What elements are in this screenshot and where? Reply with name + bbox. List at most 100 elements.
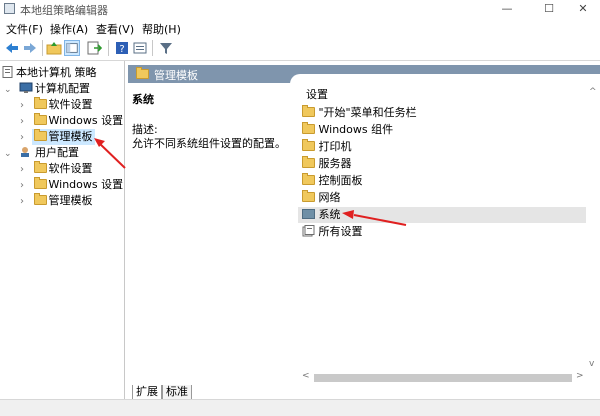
list-item-label: Windows 组件 <box>318 123 394 136</box>
list-item-label: 网络 <box>318 191 341 204</box>
up-folder-icon[interactable] <box>46 40 62 56</box>
export-list-icon[interactable] <box>86 40 102 56</box>
list-item[interactable]: 打印机 <box>302 139 352 155</box>
menu-bar: 文件(F) 操作(A) 查看(V) 帮助(H) <box>0 18 600 36</box>
tree-item-label: 软件设置 <box>48 162 93 175</box>
list-item-label: 控制面板 <box>318 174 363 187</box>
list-item[interactable]: Windows 组件 <box>302 122 393 138</box>
list-item-label: 服务器 <box>318 157 352 170</box>
annotation-arrow-icon <box>94 138 126 169</box>
column-header-settings[interactable]: 设置 <box>306 87 328 103</box>
list-item-label: 打印机 <box>318 140 352 153</box>
list-item[interactable]: "开始"菜单和任务栏 <box>302 105 417 121</box>
folder-icon <box>136 67 149 79</box>
chevron-down-icon[interactable]: ⌄ <box>4 85 12 95</box>
tree-item-windows-settings[interactable]: › Windows 设置 <box>20 113 123 129</box>
folder-icon <box>33 97 47 109</box>
scroll-left-icon[interactable]: < <box>302 371 310 381</box>
chevron-right-icon[interactable]: › <box>20 116 24 127</box>
tree-item-user-admin-templates[interactable]: › 管理模板 <box>20 193 93 209</box>
tree-item-user-windows-settings[interactable]: › Windows 设置 <box>20 177 123 193</box>
tab-standard[interactable]: 标准 <box>162 385 192 400</box>
chevron-right-icon[interactable]: › <box>20 196 24 207</box>
selected-highlight: 管理模板 <box>31 129 95 145</box>
scroll-right-icon[interactable]: > <box>576 371 584 381</box>
tree-item-label: Windows 设置 <box>48 114 124 127</box>
filter-icon[interactable] <box>158 40 174 56</box>
folder-icon <box>33 161 47 173</box>
help-icon[interactable]: ? <box>114 40 130 56</box>
properties-icon[interactable] <box>132 40 148 56</box>
all-settings-icon <box>302 225 315 237</box>
close-button[interactable]: ✕ <box>566 0 600 18</box>
window-title: 本地组策略编辑器 <box>20 4 108 17</box>
toolbar: ? <box>0 36 600 61</box>
tree-item-label: Windows 设置 <box>48 178 124 191</box>
menu-action[interactable]: 操作(A) <box>50 21 88 37</box>
title-bar: 本地组策略编辑器 — ☐ ✕ <box>0 0 600 18</box>
toolbar-separator <box>42 40 43 56</box>
app-icon <box>4 3 15 14</box>
chevron-right-icon[interactable]: › <box>20 180 24 191</box>
tree-item-label: 管理模板 <box>48 194 93 207</box>
folder-icon <box>302 173 315 185</box>
back-icon[interactable] <box>4 40 20 56</box>
status-bar <box>0 399 600 416</box>
minimize-button[interactable]: — <box>490 0 524 18</box>
toolbar-separator <box>152 40 153 56</box>
computer-icon <box>19 82 33 93</box>
settings-list: 设置 "开始"菜单和任务栏 Windows 组件 打印机 服务器 控制面板 网络… <box>292 83 600 383</box>
tree-pane: 本地计算机 策略 ⌄ 计算机配置 › 软件设置 › Windows 设置 › 管… <box>0 61 125 399</box>
chevron-right-icon[interactable]: › <box>20 164 24 175</box>
document-policy-icon <box>2 66 13 78</box>
folder-icon <box>302 122 315 134</box>
tab-extended[interactable]: 扩展 <box>132 385 162 400</box>
svg-text:?: ? <box>119 44 124 55</box>
user-icon <box>21 147 30 157</box>
horizontal-scroll-thumb[interactable] <box>314 374 572 382</box>
tree-item-admin-templates[interactable]: › 管理模板 <box>20 129 95 145</box>
chevron-right-icon[interactable]: › <box>20 100 24 111</box>
details-header-title: 管理模板 <box>154 69 198 82</box>
list-item-label: 系统 <box>318 208 341 221</box>
tree-item-user[interactable]: ⌄ 用户配置 <box>4 145 79 161</box>
folder-icon <box>302 139 315 151</box>
tree-item-software-settings[interactable]: › 软件设置 <box>20 97 93 113</box>
folder-icon <box>302 156 315 168</box>
annotation-arrow-icon <box>342 210 407 226</box>
scroll-down-icon[interactable]: v <box>589 359 594 369</box>
section-title: 系统 <box>132 93 154 106</box>
tree-root[interactable]: 本地计算机 策略 <box>2 65 97 81</box>
scroll-up-icon[interactable]: ^ <box>589 87 597 97</box>
tree-item-computer[interactable]: ⌄ 计算机配置 <box>4 81 90 97</box>
system-folder-icon <box>302 209 315 219</box>
show-hide-tree-icon[interactable] <box>64 40 80 56</box>
list-item[interactable]: 服务器 <box>302 156 352 172</box>
view-tabs: 扩展 标准 <box>128 385 600 400</box>
tree-item-label: 软件设置 <box>48 98 93 111</box>
tree-item-label: 管理模板 <box>48 130 93 143</box>
tree-item-user-software-settings[interactable]: › 软件设置 <box>20 161 93 177</box>
tree-item-computer-label: 计算机配置 <box>35 82 91 95</box>
vertical-scrollbar[interactable]: ^ v <box>586 83 600 383</box>
maximize-button[interactable]: ☐ <box>532 0 566 18</box>
menu-view[interactable]: 查看(V) <box>96 21 134 37</box>
horizontal-scrollbar[interactable]: < > <box>300 371 586 385</box>
forward-icon[interactable] <box>22 40 38 56</box>
folder-icon <box>33 129 47 141</box>
toolbar-separator <box>108 40 109 56</box>
description-text: 允许不同系统组件设置的配置。 <box>132 137 286 150</box>
folder-icon <box>33 177 47 189</box>
menu-help[interactable]: 帮助(H) <box>142 21 181 37</box>
list-item[interactable]: 控制面板 <box>302 173 363 189</box>
chevron-down-icon[interactable]: ⌄ <box>4 149 12 159</box>
folder-icon <box>302 190 315 202</box>
folder-icon <box>33 113 47 125</box>
menu-file[interactable]: 文件(F) <box>6 21 43 37</box>
tree-item-user-label: 用户配置 <box>35 146 80 159</box>
chevron-right-icon[interactable]: › <box>20 132 24 143</box>
list-item[interactable]: 网络 <box>302 190 341 206</box>
tree-root-label: 本地计算机 策略 <box>16 66 97 79</box>
folder-icon <box>33 193 47 205</box>
folder-icon <box>302 105 315 117</box>
